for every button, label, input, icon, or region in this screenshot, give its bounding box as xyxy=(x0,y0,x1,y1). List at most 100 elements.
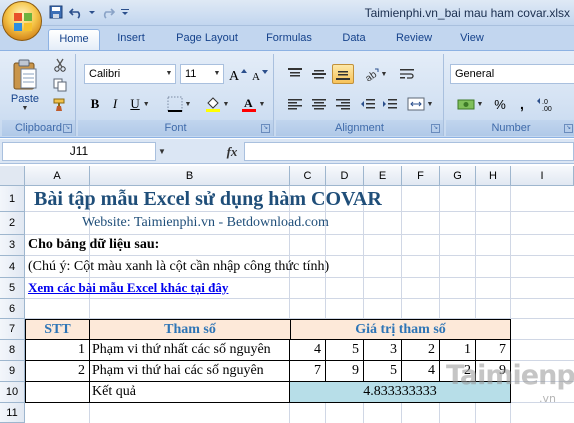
copy-button[interactable] xyxy=(50,76,70,94)
office-button[interactable] xyxy=(2,1,42,41)
svg-text:A: A xyxy=(252,71,260,81)
fill-color-button[interactable]: ▼ xyxy=(202,94,232,114)
decrease-indent-button[interactable] xyxy=(358,94,378,114)
comma-icon: , xyxy=(520,96,524,112)
column-header-e[interactable]: E xyxy=(364,166,402,186)
table-cell-value: 5 xyxy=(364,361,402,382)
increase-decimal-button[interactable]: .0.00 xyxy=(534,94,574,114)
column-header-g[interactable]: G xyxy=(440,166,476,186)
row-header-11[interactable]: 11 xyxy=(0,403,25,423)
bold-button[interactable]: B xyxy=(86,94,104,114)
row-header-7[interactable]: 7 xyxy=(0,319,25,340)
align-center-button[interactable] xyxy=(308,94,330,114)
percent-icon: % xyxy=(494,96,506,112)
borders-button[interactable]: ▼ xyxy=(164,94,194,114)
table-cell-value: 9 xyxy=(326,361,364,382)
more-samples-link[interactable]: Xem các bài mẫu Excel khác tại đây xyxy=(28,280,228,296)
tab-review[interactable]: Review xyxy=(388,29,440,50)
row-header-1[interactable]: 1 xyxy=(0,186,25,212)
table-cell-value: 4 xyxy=(290,340,326,361)
row-header-6[interactable]: 6 xyxy=(0,299,25,319)
font-size-value: 11 xyxy=(185,68,197,80)
redo-icon[interactable] xyxy=(100,4,116,20)
align-right-button[interactable] xyxy=(332,94,354,114)
undo-dropdown-icon[interactable] xyxy=(88,4,96,20)
align-top-button[interactable] xyxy=(284,64,306,84)
title-bar: Taimienphi.vn_bai mau ham covar.xlsx xyxy=(0,0,574,26)
percent-style-button[interactable]: % xyxy=(490,94,510,114)
paintbrush-icon xyxy=(53,98,65,111)
column-header-d[interactable]: D xyxy=(326,166,364,186)
wrap-text-button[interactable] xyxy=(396,64,418,84)
svg-text:ab: ab xyxy=(363,69,378,81)
merge-center-button[interactable]: ▼ xyxy=(404,94,436,114)
shrink-font-button[interactable]: A xyxy=(250,65,270,83)
row-header-8[interactable]: 8 xyxy=(0,340,25,361)
select-all-button[interactable] xyxy=(0,166,25,186)
font-color-button[interactable]: A ▼ xyxy=(238,94,268,114)
row-header-9[interactable]: 9 xyxy=(0,361,25,382)
svg-text:A: A xyxy=(229,69,240,81)
row-header-3[interactable]: 3 xyxy=(0,235,25,256)
increase-indent-button[interactable] xyxy=(380,94,400,114)
undo-icon[interactable] xyxy=(68,4,84,20)
tab-data[interactable]: Data xyxy=(334,29,374,50)
tab-formulas[interactable]: Formulas xyxy=(258,29,320,50)
column-header-a[interactable]: A xyxy=(25,166,90,186)
name-box[interactable]: J11 xyxy=(2,142,156,161)
number-format-select[interactable]: General xyxy=(450,64,574,84)
italic-icon: I xyxy=(112,96,118,111)
tab-home[interactable]: Home xyxy=(48,29,100,50)
param-header: Tham số xyxy=(89,319,291,340)
customize-toolbar-icon[interactable] xyxy=(120,4,130,20)
align-middle-button[interactable] xyxy=(308,64,330,84)
insert-function-icon[interactable]: fx xyxy=(222,142,242,161)
table-row-label: Phạm vi thứ hai các số nguyên xyxy=(90,361,290,382)
table-cell-value: 4 xyxy=(402,361,440,382)
align-right-icon xyxy=(336,99,350,110)
underline-button[interactable]: U ▼ xyxy=(126,94,154,114)
column-header-b[interactable]: B xyxy=(90,166,290,186)
column-header-f[interactable]: F xyxy=(402,166,440,186)
column-header-h[interactable]: H xyxy=(476,166,511,186)
formula-input[interactable] xyxy=(244,142,574,161)
align-bottom-button[interactable] xyxy=(332,64,354,84)
clipboard-dialog-launcher[interactable]: ↘ xyxy=(63,124,72,133)
comma-style-button[interactable]: , xyxy=(512,94,532,114)
gridline xyxy=(25,255,574,256)
borders-icon xyxy=(167,96,183,112)
table-cell-value: 2 xyxy=(402,340,440,361)
column-header-i[interactable]: I xyxy=(511,166,574,186)
save-icon[interactable] xyxy=(48,4,64,20)
table-cell-value: 7 xyxy=(476,340,511,361)
row-header-4[interactable]: 4 xyxy=(0,256,25,278)
tab-insert[interactable]: Insert xyxy=(106,29,156,50)
table-cell-value: 1 xyxy=(440,340,476,361)
grow-font-button[interactable]: A xyxy=(228,65,248,83)
italic-button[interactable]: I xyxy=(106,94,124,114)
decrease-indent-icon xyxy=(361,99,375,109)
watermark-suffix: .vn xyxy=(539,392,556,405)
paste-button[interactable]: Paste ▼ xyxy=(8,56,42,114)
row-header-2[interactable]: 2 xyxy=(0,212,25,235)
font-name-select[interactable]: Calibri ▼ xyxy=(84,64,176,84)
align-left-button[interactable] xyxy=(284,94,306,114)
accounting-format-button[interactable]: ▼ xyxy=(452,94,488,114)
number-dialog-launcher[interactable]: ↘ xyxy=(564,124,573,133)
tab-view[interactable]: View xyxy=(452,29,492,50)
row-header-5[interactable]: 5 xyxy=(0,278,25,299)
row-header-10[interactable]: 10 xyxy=(0,382,25,403)
column-header-c[interactable]: C xyxy=(290,166,326,186)
font-size-select[interactable]: 11 ▼ xyxy=(180,64,224,84)
format-painter-button[interactable] xyxy=(50,96,70,114)
alignment-group: ab ▼ ▼ Alignment ↘ xyxy=(276,54,444,136)
tab-page-layout[interactable]: Page Layout xyxy=(166,29,248,50)
table-cell-value: 3 xyxy=(364,340,402,361)
chevron-down-icon[interactable]: ▼ xyxy=(156,142,168,161)
cut-button[interactable] xyxy=(50,56,70,74)
orientation-button[interactable]: ab ▼ xyxy=(360,64,390,84)
alignment-dialog-launcher[interactable]: ↘ xyxy=(431,124,440,133)
result-label: Kết quả xyxy=(90,382,290,403)
wrap-text-icon xyxy=(400,69,414,79)
font-dialog-launcher[interactable]: ↘ xyxy=(261,124,270,133)
